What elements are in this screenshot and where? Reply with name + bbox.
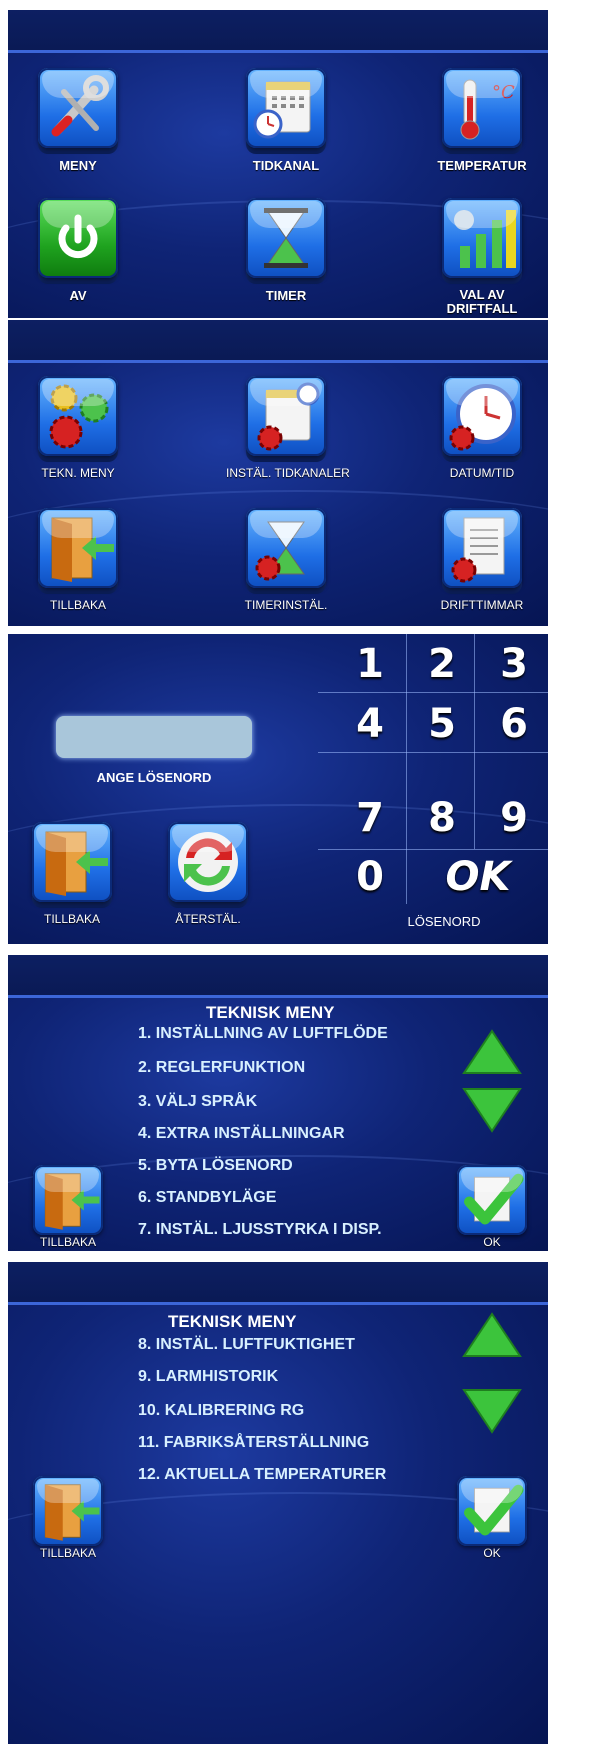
scroll-up-arrow-icon[interactable] <box>462 1029 522 1075</box>
tile-label: TEKN. MENY <box>41 466 115 480</box>
main-menu-screen: MENY TIDKANAL °C TEMPERATUR AV TIMER VAL… <box>8 10 548 318</box>
key-5[interactable]: 5 <box>406 696 478 752</box>
operating-mode-tile[interactable]: VAL AV DRIFTFALL <box>422 198 542 316</box>
scroll-down-arrow-icon[interactable] <box>462 1087 522 1133</box>
key-2[interactable]: 2 <box>406 636 478 692</box>
menu-item-4[interactable]: 4. EXTRA INSTÄLLNINGAR <box>138 1125 345 1143</box>
tile-label: TILLBAKA <box>39 1546 97 1560</box>
tech-menu-tile[interactable]: TEKN. MENY <box>18 376 138 480</box>
key-7[interactable]: 7 <box>334 790 406 846</box>
password-field[interactable] <box>56 716 252 758</box>
menu-tile[interactable]: MENY <box>18 68 138 173</box>
exit-door-icon <box>38 508 118 588</box>
tile-label: TIMERINSTÄL. <box>244 598 328 612</box>
exit-door-icon <box>32 822 112 902</box>
menu-item-7[interactable]: 7. INSTÄL. LJUSSTYRKA I DISP. <box>138 1221 382 1239</box>
menu-title: TEKNISK MENY <box>168 1312 297 1331</box>
fan-bars-icon <box>442 198 522 278</box>
calendar-settings-icon <box>246 376 326 456</box>
settings-menu-screen: TEKN. MENY INSTÄL. TIDKANALER DATUM/TID <box>8 320 548 626</box>
tile-label: INSTÄL. TIDKANALER <box>226 466 350 480</box>
power-icon <box>38 198 118 278</box>
keypad-divider <box>318 752 548 753</box>
exit-door-icon <box>33 1476 103 1546</box>
tile-label: OK <box>483 1546 501 1560</box>
tile-label: VAL AV DRIFTFALL <box>446 287 518 316</box>
key-1[interactable]: 1 <box>334 636 406 692</box>
document-settings-icon <box>442 508 522 588</box>
thermometer-icon: °C <box>442 68 522 148</box>
menu-item-9[interactable]: 9. LARMHISTORIK <box>138 1368 278 1386</box>
key-4[interactable]: 4 <box>334 696 406 752</box>
key-0[interactable]: 0 <box>334 849 406 905</box>
technical-menu-screen-2: TEKNISK MENY 8. INSTÄL. LUFTFUKTIGHET 9.… <box>8 1262 548 1744</box>
menu-item-8[interactable]: 8. INSTÄL. LUFTFUKTIGHET <box>138 1336 355 1354</box>
svg-text:°C: °C <box>492 82 515 103</box>
reset-tile[interactable]: ÅTERSTÄL. <box>148 822 268 926</box>
keypad-divider <box>318 692 548 693</box>
key-3[interactable]: 3 <box>478 636 548 692</box>
time-channel-tile[interactable]: TIDKANAL <box>226 68 346 173</box>
checkmark-icon <box>457 1165 527 1235</box>
tile-label: DRIFTTIMMAR <box>440 598 524 612</box>
tools-icon <box>38 68 118 148</box>
tile-label: TEMPERATUR <box>437 158 527 173</box>
top-bar <box>8 1262 548 1305</box>
tile-label: TIDKANAL <box>252 158 320 173</box>
scroll-up-arrow-icon[interactable] <box>462 1312 522 1358</box>
password-prompt-label: ANGE LÖSENORD <box>96 770 212 785</box>
tile-label: TILLBAKA <box>39 1235 97 1249</box>
menu-item-11[interactable]: 11. FABRIKSÅTERSTÄLLNING <box>138 1434 369 1452</box>
menu-item-6[interactable]: 6. STANDBYLÄGE <box>138 1189 276 1207</box>
menu-item-5[interactable]: 5. BYTA LÖSENORD <box>138 1157 293 1175</box>
menu-item-3[interactable]: 3. VÄLJ SPRÅK <box>138 1093 257 1111</box>
checkmark-icon <box>457 1476 527 1546</box>
back-tile[interactable]: TILLBAKA <box>8 1476 128 1560</box>
timer-settings-tile[interactable]: TIMERINSTÄL. <box>226 508 346 612</box>
tile-label: TIMER <box>265 288 307 303</box>
key-8[interactable]: 8 <box>406 790 478 846</box>
menu-item-2[interactable]: 2. REGLERFUNKTION <box>138 1059 305 1077</box>
top-bar <box>8 955 548 998</box>
tile-label: AV <box>69 288 87 303</box>
top-bar <box>8 320 548 363</box>
keypad: 1 2 3 4 5 6 7 8 9 0 OK LÖSENORD <box>298 634 548 944</box>
top-bar <box>8 10 548 53</box>
menu-item-1[interactable]: 1. INSTÄLLNING AV LUFTFLÖDE <box>138 1025 388 1043</box>
tile-label: TILLBAKA <box>49 598 107 612</box>
hourglass-icon <box>246 198 326 278</box>
exit-door-icon <box>33 1165 103 1235</box>
ok-key[interactable]: OK <box>418 849 538 905</box>
ok-tile[interactable]: OK <box>432 1476 548 1560</box>
operating-hours-tile[interactable]: DRIFTTIMMAR <box>422 508 542 612</box>
back-tile[interactable]: TILLBAKA <box>18 508 138 612</box>
menu-item-12[interactable]: 12. AKTUELLA TEMPERATURER <box>138 1466 386 1484</box>
password-screen: ANGE LÖSENORD TILLBAKA ÅTERSTÄL. 1 2 3 4… <box>8 634 548 944</box>
temperature-tile[interactable]: °C TEMPERATUR <box>422 68 542 173</box>
menu-item-10[interactable]: 10. KALIBRERING RG <box>138 1402 304 1420</box>
back-tile[interactable]: TILLBAKA <box>8 1165 128 1249</box>
keypad-label: LÖSENORD <box>407 914 481 929</box>
tile-label: DATUM/TID <box>449 466 515 480</box>
technical-menu-screen-1: TEKNISK MENY 1. INSTÄLLNING AV LUFTFLÖDE… <box>8 955 548 1251</box>
tile-label: OK <box>483 1235 501 1249</box>
tile-label: ÅTERSTÄL. <box>175 912 241 926</box>
clock-settings-icon <box>442 376 522 456</box>
scroll-down-arrow-icon[interactable] <box>462 1388 522 1434</box>
menu-title: TEKNISK MENY <box>206 1003 335 1022</box>
tile-label: TILLBAKA <box>43 912 101 926</box>
ok-tile[interactable]: OK <box>432 1165 548 1249</box>
refresh-icon <box>168 822 248 902</box>
gears-icon <box>38 376 118 456</box>
date-time-tile[interactable]: DATUM/TID <box>422 376 542 480</box>
key-6[interactable]: 6 <box>478 696 548 752</box>
hourglass-settings-icon <box>246 508 326 588</box>
back-tile[interactable]: TILLBAKA <box>12 822 132 926</box>
calendar-clock-icon <box>246 68 326 148</box>
tile-label: MENY <box>59 158 97 173</box>
off-tile[interactable]: AV <box>18 198 138 303</box>
timer-tile[interactable]: TIMER <box>226 198 346 303</box>
key-9[interactable]: 9 <box>478 790 548 846</box>
set-time-channels-tile[interactable]: INSTÄL. TIDKANALER <box>226 376 350 480</box>
